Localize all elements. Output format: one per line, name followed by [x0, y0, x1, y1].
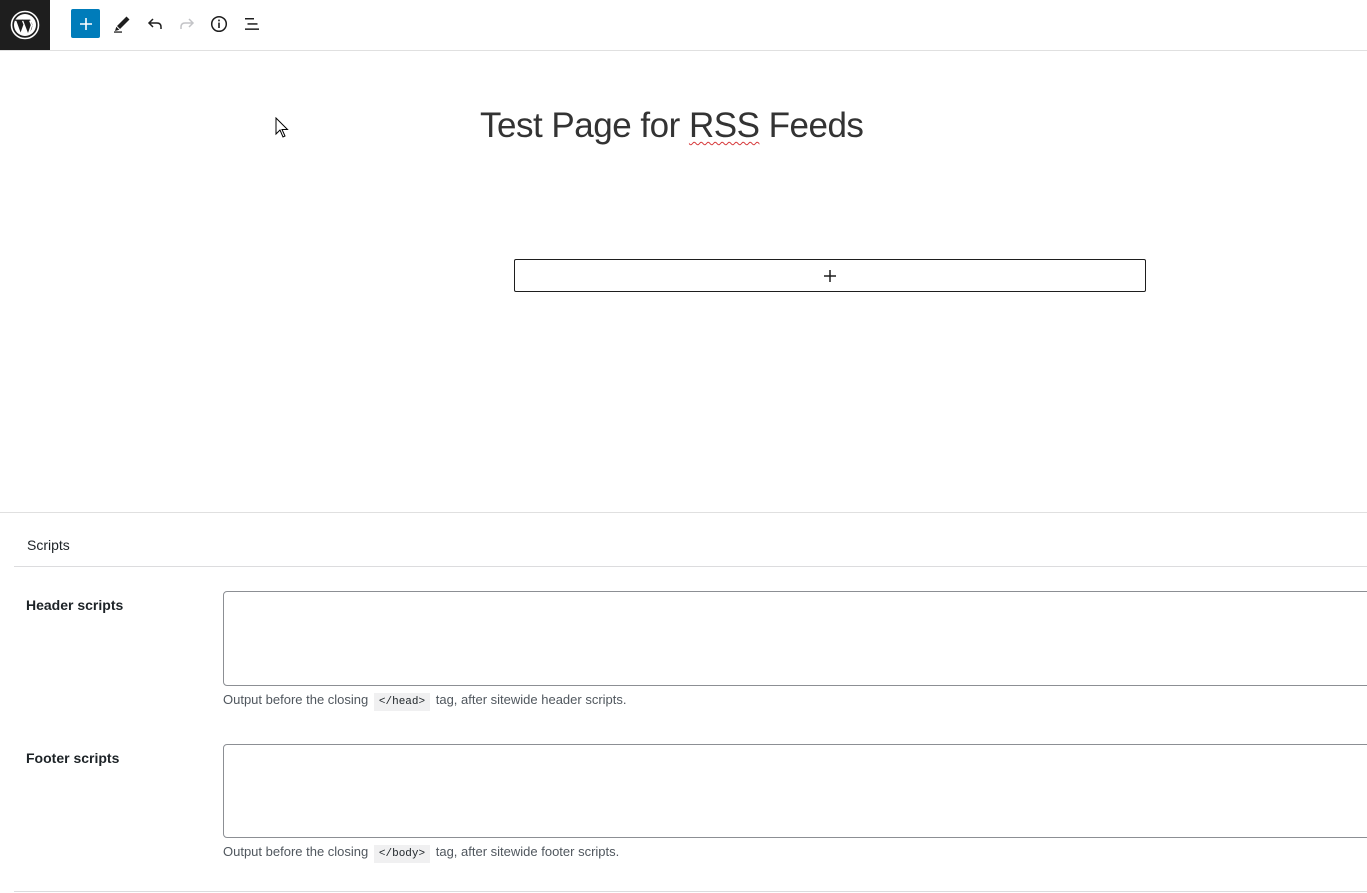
header-scripts-description: Output before the closing </head> tag, a… — [223, 692, 627, 711]
footer-desc-text: Output before the closing — [223, 844, 369, 859]
divider — [14, 891, 1367, 892]
redo-button[interactable] — [171, 8, 203, 40]
footer-desc-text-end: tag, after sitewide footer scripts. — [435, 844, 620, 859]
head-tag-code: </head> — [373, 693, 431, 711]
post-title-text: Test Page for — [480, 106, 689, 145]
plus-icon — [79, 17, 92, 30]
mouse-pointer-icon — [275, 117, 289, 138]
post-title[interactable]: Test Page for RSS Feeds — [480, 106, 864, 146]
scripts-metabox: Scripts Header scripts Output before the… — [0, 512, 1367, 893]
details-button[interactable] — [203, 8, 235, 40]
editor-canvas: Test Page for RSS Feeds — [0, 51, 1367, 512]
wordpress-logo-button[interactable] — [0, 0, 50, 50]
metabox-title: Scripts — [27, 537, 70, 553]
redo-icon — [180, 18, 195, 29]
add-block-button[interactable] — [71, 9, 100, 38]
undo-icon — [147, 18, 162, 29]
header-desc-text: Output before the closing — [223, 692, 369, 707]
footer-scripts-label: Footer scripts — [26, 750, 120, 766]
header-scripts-label: Header scripts — [26, 597, 124, 613]
editor-toolbar — [0, 0, 1367, 51]
tools-button[interactable] — [106, 8, 138, 40]
body-tag-code: </body> — [373, 845, 431, 863]
post-title-text-end: Feeds — [759, 106, 864, 145]
list-view-icon — [245, 18, 259, 30]
undo-button[interactable] — [139, 8, 171, 40]
post-title-misspelled-word: RSS — [688, 106, 760, 145]
info-icon — [210, 15, 228, 33]
list-view-button[interactable] — [236, 8, 268, 40]
metabox-header[interactable]: Scripts — [14, 513, 1367, 567]
block-appender-button[interactable] — [514, 259, 1146, 292]
header-scripts-textarea[interactable] — [223, 591, 1367, 686]
footer-scripts-textarea[interactable] — [223, 744, 1367, 838]
header-desc-text-end: tag, after sitewide header scripts. — [435, 692, 627, 707]
pencil-icon — [114, 16, 130, 33]
wordpress-logo-icon — [10, 10, 40, 40]
plus-icon — [824, 269, 836, 282]
footer-scripts-description: Output before the closing </body> tag, a… — [223, 844, 620, 863]
